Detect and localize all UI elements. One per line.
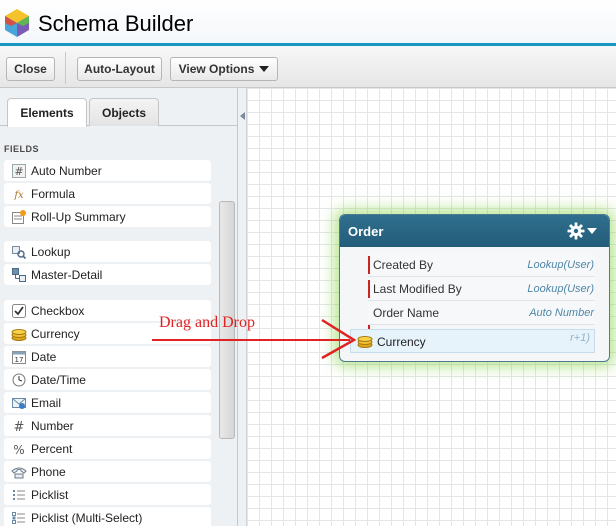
view-options-button[interactable]: View Options — [170, 57, 278, 81]
toolbar-divider — [65, 52, 66, 84]
calendar-icon: 17 — [10, 348, 28, 366]
field-item-label: Percent — [31, 441, 73, 456]
field-item-label: Currency — [31, 326, 80, 341]
formula-icon: fx — [10, 185, 28, 203]
percent-icon: % — [10, 440, 28, 458]
multi-list-icon — [10, 509, 28, 527]
required-marker — [368, 256, 370, 274]
field-item-lookup[interactable]: Lookup — [4, 241, 211, 262]
fields-heading: FIELDS — [4, 144, 40, 154]
phone-icon — [10, 463, 28, 481]
field-item-formula[interactable]: fx Formula — [4, 183, 211, 204]
field-item-email[interactable]: Email — [4, 392, 211, 413]
checkbox-icon — [10, 302, 28, 320]
field-item-number[interactable]: # Number — [4, 415, 211, 436]
order-object-title: Order — [348, 224, 384, 239]
field-item-date-time[interactable]: Date/Time — [4, 369, 211, 390]
field-item-master-detail[interactable]: Master-Detail — [4, 264, 211, 285]
field-item-roll-up-summary[interactable]: Roll-Up Summary — [4, 206, 211, 227]
field-item-label: Phone — [31, 464, 66, 479]
caret-down-icon[interactable] — [587, 227, 597, 235]
cube-logo-icon — [5, 9, 29, 37]
hash-icon: # — [10, 162, 28, 180]
field-item-label: Picklist (Multi-Select) — [31, 510, 143, 525]
object-field-row[interactable]: Created By Lookup(User) — [368, 253, 594, 277]
chevron-left-icon — [240, 112, 245, 120]
dragged-field-ghost-text: r+1) — [570, 332, 590, 344]
auto-layout-button[interactable]: Auto-Layout — [77, 57, 162, 81]
field-type: Lookup(User) — [527, 259, 594, 271]
list-icon — [10, 486, 28, 504]
tab-objects[interactable]: Objects — [89, 98, 159, 126]
panel-tabs: Elements Objects — [0, 88, 237, 127]
clock-icon — [10, 371, 28, 389]
collapse-panel-handle[interactable] — [238, 88, 247, 526]
field-item-label: Auto Number — [31, 163, 102, 178]
hash-icon: # — [10, 417, 28, 435]
field-item-label: Number — [31, 418, 74, 433]
master-detail-icon — [10, 266, 28, 284]
field-item-label: Checkbox — [31, 303, 85, 318]
dragged-field-label: Currency — [377, 335, 426, 349]
field-item-label: Roll-Up Summary — [31, 209, 126, 224]
view-options-label: View Options — [178, 62, 255, 76]
field-item-label: Date — [31, 349, 57, 364]
svg-text:%: % — [13, 443, 24, 456]
svg-text:#: # — [14, 420, 25, 433]
object-field-row[interactable]: Last Modified By Lookup(User) — [368, 277, 594, 301]
field-name: Created By — [373, 258, 434, 272]
field-item-label: Picklist — [31, 487, 69, 502]
field-name: Last Modified By — [373, 282, 462, 296]
field-item-picklist[interactable]: Picklist — [4, 484, 211, 505]
close-button[interactable]: Close — [6, 57, 55, 81]
field-item-label: Lookup — [31, 244, 71, 259]
object-field-row[interactable]: Order Name Auto Number — [368, 301, 594, 325]
field-item-label: Master-Detail — [31, 267, 103, 282]
arrow-right-icon — [152, 318, 357, 360]
field-type: Lookup(User) — [527, 283, 594, 295]
app-title: Schema Builder — [38, 11, 194, 36]
order-object-card[interactable]: Order Created By Lookup(User) Last Modif… — [339, 214, 610, 362]
rollup-summary-icon — [10, 208, 28, 226]
gear-icon[interactable] — [567, 222, 585, 240]
coins-icon — [10, 325, 28, 343]
order-object-header[interactable]: Order — [340, 215, 609, 247]
caret-down-icon — [259, 66, 270, 72]
field-item-label: Formula — [31, 186, 76, 201]
field-item-percent[interactable]: % Percent — [4, 438, 211, 459]
field-item-auto-number[interactable]: # Auto Number — [4, 160, 211, 181]
toolbar: Close Auto-Layout View Options — [0, 46, 616, 88]
field-item-picklist-multi-select[interactable]: Picklist (Multi-Select) — [4, 507, 211, 528]
field-name: Order Name — [373, 306, 440, 320]
elements-panel: Elements Objects FIELDS # Auto Number fx… — [0, 88, 238, 528]
app-header: Schema Builder — [0, 0, 616, 46]
svg-text:#: # — [14, 165, 23, 178]
required-marker — [368, 280, 370, 298]
dragged-currency-field[interactable]: Currency r+1) — [350, 329, 595, 353]
email-icon — [10, 394, 28, 412]
lookup-icon — [10, 243, 28, 261]
svg-text:17: 17 — [15, 356, 24, 364]
field-type: Auto Number — [529, 307, 594, 319]
field-item-label: Email — [31, 395, 62, 410]
tab-elements[interactable]: Elements — [7, 98, 87, 127]
svg-text:fx: fx — [13, 190, 24, 201]
field-item-phone[interactable]: Phone — [4, 461, 211, 482]
field-item-label: Date/Time — [31, 372, 86, 387]
